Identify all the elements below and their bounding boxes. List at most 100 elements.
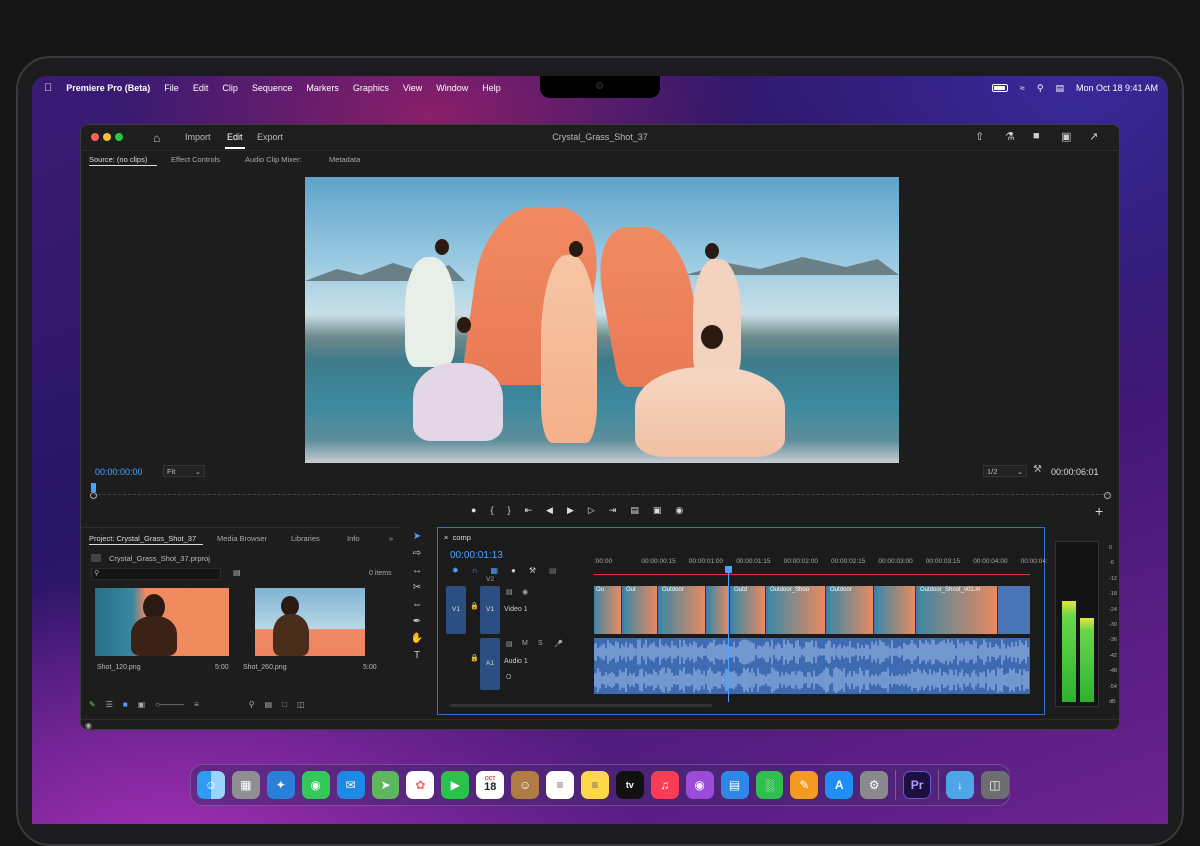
video-clip[interactable] [876,586,916,634]
photos-icon[interactable]: ✿ [406,771,435,799]
tab-source[interactable]: Source: (no clips) [89,155,147,164]
menu-app-name[interactable]: Premiere Pro (Beta) [66,83,150,93]
menu-window[interactable]: Window [436,83,468,93]
video-clip[interactable]: Outdoor [660,586,706,634]
menu-edit[interactable]: Edit [193,83,209,93]
project-search-input[interactable]: ⚲ [91,568,221,580]
solo-button[interactable]: S [538,640,543,647]
menu-help[interactable]: Help [482,83,501,93]
icon-view-icon[interactable]: ■ [123,700,128,712]
keynote-icon[interactable]: ▤ [720,771,749,799]
media-thumbnail[interactable] [95,588,229,656]
program-scrub-bar[interactable] [93,489,1109,495]
sort-icon[interactable]: ≡ [194,700,199,712]
comments-icon[interactable]: ■ [1033,130,1040,142]
razor-tool-icon[interactable]: ✂ [413,582,421,593]
numbers-icon[interactable]: ░ [755,771,784,799]
video-clip[interactable]: Out [624,586,658,634]
trash-icon[interactable]: ◫ [297,700,305,712]
zoom-slider[interactable]: ○——— [155,700,184,712]
tab-project[interactable]: Project: Crystal_Grass_Shot_37 [89,534,196,543]
add-button[interactable]: + [1095,503,1103,519]
apple-icon[interactable]:  [44,82,52,94]
premiere-pro-icon[interactable]: Pr [903,771,932,799]
video-clip[interactable]: Outdoor_Shoot_v01.m [918,586,998,634]
safari-icon[interactable]: ✦ [266,771,295,799]
step-forward-icon[interactable]: ▷ [588,505,595,519]
snap-icon[interactable]: ∩ [472,566,478,575]
toggle-sync-icon[interactable]: ▤ [506,588,513,596]
track-target-v1[interactable]: V1 [480,586,500,634]
reminders-icon[interactable]: ≡ [546,771,574,799]
timeline-timecode[interactable]: 00:00:01:13 [450,550,503,561]
add-marker-icon[interactable]: ● [511,566,516,575]
go-to-in-icon[interactable]: ⇤ [524,505,532,519]
program-timecode[interactable]: 00:00:00:00 [95,467,143,477]
menu-clock[interactable]: Mon Oct 18 9:41 AM [1076,83,1158,93]
type-tool-icon[interactable]: T [414,650,420,661]
ripple-edit-tool-icon[interactable]: ↔ [412,565,422,576]
menu-file[interactable]: File [164,83,179,93]
toggle-sync-icon[interactable]: ▤ [506,640,513,648]
mute-button[interactable]: M [522,640,528,647]
tab-effect-controls[interactable]: Effect Controls [171,155,220,164]
resolution-select[interactable]: 1/2 ⌄ [983,465,1027,477]
video-track-v1[interactable]: Ou Out Outdoor Outd Outdoor_Shoo Outdoor Outdo… [594,586,1030,634]
find-icon[interactable]: ⚲ [249,700,255,712]
lock-icon[interactable]: 🔒 [470,654,479,662]
marker-icon[interactable]: ● [471,505,476,519]
mark-in-icon[interactable]: { [490,505,493,519]
source-patch-v1[interactable]: V1 [446,586,466,634]
slip-tool-icon[interactable]: ⇔ [412,599,422,610]
tab-audio-clip-mixer[interactable]: Audio Clip Mixer: [245,155,302,164]
program-monitor-video[interactable] [305,177,899,463]
panel-icon[interactable]: ▣ [1061,130,1071,143]
program-playhead[interactable] [91,483,96,492]
calendar-icon[interactable]: OCT 18 [476,771,505,799]
play-icon[interactable]: ▶ [567,505,574,519]
control-center-icon[interactable]: ▤ [1055,83,1064,94]
trash-icon[interactable]: ◫ [980,771,1009,799]
list-view-icon[interactable]: ☰ [106,700,113,712]
video-clip[interactable]: Ou [594,586,622,634]
timeline-scrollbar[interactable] [450,704,712,707]
volume-knob[interactable]: O [506,674,511,681]
menu-markers[interactable]: Markers [306,83,339,93]
battery-icon[interactable] [991,84,1008,92]
video-clip[interactable]: Outdoor_Shoo [768,586,826,634]
app-store-icon[interactable]: A [825,771,854,799]
tab-libraries[interactable]: Libraries [291,534,320,543]
downloads-folder-icon[interactable]: ↓ [946,771,974,799]
tab-metadata[interactable]: Metadata [329,155,360,164]
fullscreen-icon[interactable]: ↗ [1089,130,1098,143]
microphone-icon[interactable]: 🎤 [554,640,563,648]
menu-clip[interactable]: Clip [222,83,238,93]
new-item-icon[interactable]: □ [282,700,287,712]
chevron-more-icon[interactable]: » [389,534,393,543]
zoom-select[interactable]: Fit ⌄ [163,465,205,477]
scrub-start-handle[interactable] [90,492,97,499]
tab-info[interactable]: Info [347,534,360,543]
sync-icon[interactable]: ◉ [85,721,92,729]
lock-icon[interactable]: 🔒 [470,602,479,610]
video-clip[interactable] [708,586,730,634]
captions-icon[interactable]: ▤ [549,566,557,575]
audio-track-a1[interactable] [594,638,1030,694]
pages-icon[interactable]: ✎ [790,771,819,799]
overwrite-icon[interactable]: ▣ [653,505,662,519]
insert-icon[interactable]: ▤ [630,505,639,519]
music-icon[interactable]: ♫ [650,771,679,799]
notes-icon[interactable]: ≡ [580,771,609,799]
contacts-icon[interactable]: ☺ [511,771,540,799]
menu-graphics[interactable]: Graphics [353,83,389,93]
track-select-tool-icon[interactable]: ⇨ [413,548,421,559]
media-thumbnail[interactable] [255,588,365,656]
track-target-a1[interactable]: A1 [480,638,500,690]
messages-icon[interactable]: ◉ [301,771,330,799]
timeline-settings-icon[interactable]: ⚒ [529,566,536,575]
mark-out-icon[interactable]: } [507,505,510,519]
launchpad-icon[interactable]: ▦ [231,771,260,799]
hand-tool-icon[interactable]: ✋ [411,633,423,644]
menu-view[interactable]: View [403,83,422,93]
scrub-end-handle[interactable] [1104,492,1111,499]
